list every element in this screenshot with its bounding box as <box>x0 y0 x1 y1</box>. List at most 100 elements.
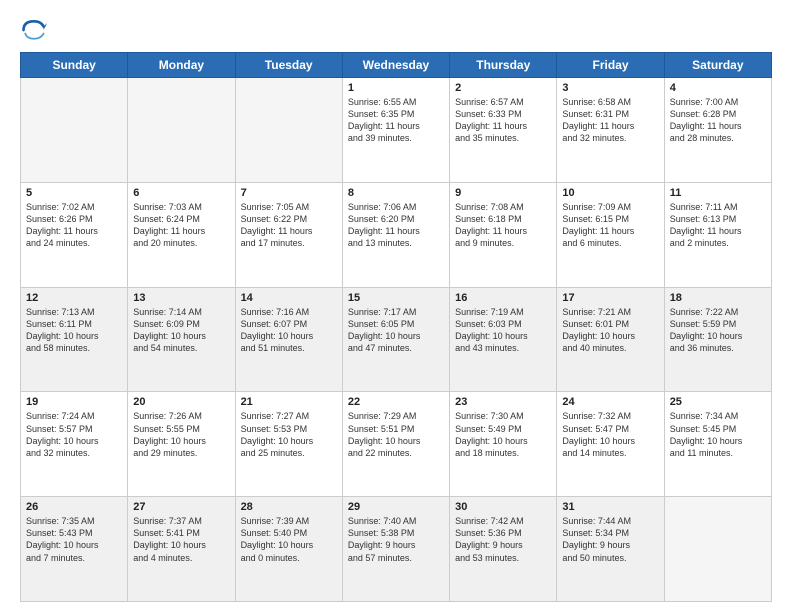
day-number: 3 <box>562 82 658 94</box>
calendar-cell: 27 Sunrise: 7:37 AM Sunset: 5:41 PM Dayli… <box>128 497 235 602</box>
day-number: 17 <box>562 292 658 304</box>
day-number: 31 <box>562 501 658 513</box>
calendar-week-4: 19 Sunrise: 7:24 AM Sunset: 5:57 PM Dayli… <box>21 392 772 497</box>
calendar-cell: 17 Sunrise: 7:21 AM Sunset: 6:01 PM Dayli… <box>557 287 664 392</box>
calendar-week-5: 26 Sunrise: 7:35 AM Sunset: 5:43 PM Dayli… <box>21 497 772 602</box>
cell-info: Sunrise: 6:57 AM Sunset: 6:33 PM Dayligh… <box>455 96 551 145</box>
cell-info: Sunrise: 7:06 AM Sunset: 6:20 PM Dayligh… <box>348 201 444 250</box>
cell-info: Sunrise: 7:11 AM Sunset: 6:13 PM Dayligh… <box>670 201 766 250</box>
day-number: 4 <box>670 82 766 94</box>
day-number: 23 <box>455 396 551 408</box>
day-number: 19 <box>26 396 122 408</box>
cell-info: Sunrise: 7:21 AM Sunset: 6:01 PM Dayligh… <box>562 306 658 355</box>
weekday-header-friday: Friday <box>557 53 664 78</box>
day-number: 26 <box>26 501 122 513</box>
cell-info: Sunrise: 7:44 AM Sunset: 5:34 PM Dayligh… <box>562 515 658 564</box>
day-number: 25 <box>670 396 766 408</box>
day-number: 11 <box>670 187 766 199</box>
logo-icon <box>20 16 48 44</box>
logo <box>20 16 54 44</box>
cell-info: Sunrise: 7:35 AM Sunset: 5:43 PM Dayligh… <box>26 515 122 564</box>
day-number: 12 <box>26 292 122 304</box>
calendar-cell: 3 Sunrise: 6:58 AM Sunset: 6:31 PM Daylig… <box>557 78 664 183</box>
weekday-header-sunday: Sunday <box>21 53 128 78</box>
calendar-cell: 18 Sunrise: 7:22 AM Sunset: 5:59 PM Dayli… <box>664 287 771 392</box>
calendar-cell: 9 Sunrise: 7:08 AM Sunset: 6:18 PM Daylig… <box>450 182 557 287</box>
calendar-cell: 20 Sunrise: 7:26 AM Sunset: 5:55 PM Dayli… <box>128 392 235 497</box>
weekday-header-monday: Monday <box>128 53 235 78</box>
day-number: 20 <box>133 396 229 408</box>
calendar-cell: 14Sunrise: 7:16 AM Sunset: 6:07 PM Dayli… <box>235 287 342 392</box>
day-number: 10 <box>562 187 658 199</box>
calendar-cell: 24Sunrise: 7:32 AM Sunset: 5:47 PM Dayli… <box>557 392 664 497</box>
calendar-cell: 26 Sunrise: 7:35 AM Sunset: 5:43 PM Dayli… <box>21 497 128 602</box>
cell-info: Sunrise: 7:08 AM Sunset: 6:18 PM Dayligh… <box>455 201 551 250</box>
day-number: 2 <box>455 82 551 94</box>
day-number: 5 <box>26 187 122 199</box>
cell-info: Sunrise: 7:37 AM Sunset: 5:41 PM Dayligh… <box>133 515 229 564</box>
day-number: 28 <box>241 501 337 513</box>
calendar-cell: 10 Sunrise: 7:09 AM Sunset: 6:15 PM Dayli… <box>557 182 664 287</box>
cell-info: Sunrise: 7:17 AM Sunset: 6:05 PM Dayligh… <box>348 306 444 355</box>
cell-info: Sunrise: 7:24 AM Sunset: 5:57 PM Dayligh… <box>26 410 122 459</box>
cell-info: Sunrise: 7:09 AM Sunset: 6:15 PM Dayligh… <box>562 201 658 250</box>
day-number: 18 <box>670 292 766 304</box>
calendar-week-1: 1 Sunrise: 6:55 AM Sunset: 6:35 PM Daylig… <box>21 78 772 183</box>
weekday-header-wednesday: Wednesday <box>342 53 449 78</box>
cell-info: Sunrise: 7:22 AM Sunset: 5:59 PM Dayligh… <box>670 306 766 355</box>
calendar-cell: 7 Sunrise: 7:05 AM Sunset: 6:22 PM Daylig… <box>235 182 342 287</box>
calendar-cell: 5 Sunrise: 7:02 AM Sunset: 6:26 PM Daylig… <box>21 182 128 287</box>
day-number: 24 <box>562 396 658 408</box>
calendar-cell: 31 Sunrise: 7:44 AM Sunset: 5:34 PM Dayli… <box>557 497 664 602</box>
cell-info: Sunrise: 7:27 AM Sunset: 5:53 PM Dayligh… <box>241 410 337 459</box>
calendar-cell: 4 Sunrise: 7:00 AM Sunset: 6:28 PM Daylig… <box>664 78 771 183</box>
cell-info: Sunrise: 7:13 AM Sunset: 6:11 PM Dayligh… <box>26 306 122 355</box>
day-number: 7 <box>241 187 337 199</box>
cell-info: Sunrise: 7:05 AM Sunset: 6:22 PM Dayligh… <box>241 201 337 250</box>
cell-info: Sunrise: 6:55 AM Sunset: 6:35 PM Dayligh… <box>348 96 444 145</box>
cell-info: Sunrise: 7:14 AM Sunset: 6:09 PM Dayligh… <box>133 306 229 355</box>
header <box>20 16 772 44</box>
day-number: 22 <box>348 396 444 408</box>
cell-info: Sunrise: 6:58 AM Sunset: 6:31 PM Dayligh… <box>562 96 658 145</box>
day-number: 30 <box>455 501 551 513</box>
calendar-cell: 23Sunrise: 7:30 AM Sunset: 5:49 PM Dayli… <box>450 392 557 497</box>
calendar-cell: 25 Sunrise: 7:34 AM Sunset: 5:45 PM Dayli… <box>664 392 771 497</box>
cell-info: Sunrise: 7:34 AM Sunset: 5:45 PM Dayligh… <box>670 410 766 459</box>
cell-info: Sunrise: 7:29 AM Sunset: 5:51 PM Dayligh… <box>348 410 444 459</box>
calendar-cell <box>235 78 342 183</box>
day-number: 1 <box>348 82 444 94</box>
calendar-cell <box>21 78 128 183</box>
calendar-cell <box>664 497 771 602</box>
calendar-cell: 13Sunrise: 7:14 AM Sunset: 6:09 PM Dayli… <box>128 287 235 392</box>
cell-info: Sunrise: 7:19 AM Sunset: 6:03 PM Dayligh… <box>455 306 551 355</box>
calendar-cell: 15Sunrise: 7:17 AM Sunset: 6:05 PM Dayli… <box>342 287 449 392</box>
day-number: 21 <box>241 396 337 408</box>
day-number: 8 <box>348 187 444 199</box>
cell-info: Sunrise: 7:16 AM Sunset: 6:07 PM Dayligh… <box>241 306 337 355</box>
cell-info: Sunrise: 7:39 AM Sunset: 5:40 PM Dayligh… <box>241 515 337 564</box>
calendar-cell: 6 Sunrise: 7:03 AM Sunset: 6:24 PM Daylig… <box>128 182 235 287</box>
cell-info: Sunrise: 7:02 AM Sunset: 6:26 PM Dayligh… <box>26 201 122 250</box>
day-number: 9 <box>455 187 551 199</box>
calendar-table: SundayMondayTuesdayWednesdayThursdayFrid… <box>20 52 772 602</box>
cell-info: Sunrise: 7:00 AM Sunset: 6:28 PM Dayligh… <box>670 96 766 145</box>
weekday-header-thursday: Thursday <box>450 53 557 78</box>
calendar-cell: 16Sunrise: 7:19 AM Sunset: 6:03 PM Dayli… <box>450 287 557 392</box>
calendar-week-3: 12 Sunrise: 7:13 AM Sunset: 6:11 PM Dayli… <box>21 287 772 392</box>
day-number: 27 <box>133 501 229 513</box>
calendar-cell <box>128 78 235 183</box>
calendar-cell: 8 Sunrise: 7:06 AM Sunset: 6:20 PM Daylig… <box>342 182 449 287</box>
calendar-cell: 30Sunrise: 7:42 AM Sunset: 5:36 PM Dayli… <box>450 497 557 602</box>
cell-info: Sunrise: 7:40 AM Sunset: 5:38 PM Dayligh… <box>348 515 444 564</box>
page: SundayMondayTuesdayWednesdayThursdayFrid… <box>0 0 792 612</box>
calendar-cell: 2 Sunrise: 6:57 AM Sunset: 6:33 PM Daylig… <box>450 78 557 183</box>
calendar-week-2: 5 Sunrise: 7:02 AM Sunset: 6:26 PM Daylig… <box>21 182 772 287</box>
calendar-cell: 11 Sunrise: 7:11 AM Sunset: 6:13 PM Dayli… <box>664 182 771 287</box>
cell-info: Sunrise: 7:26 AM Sunset: 5:55 PM Dayligh… <box>133 410 229 459</box>
day-number: 6 <box>133 187 229 199</box>
calendar-cell: 28 Sunrise: 7:39 AM Sunset: 5:40 PM Dayli… <box>235 497 342 602</box>
calendar-cell: 21 Sunrise: 7:27 AM Sunset: 5:53 PM Dayli… <box>235 392 342 497</box>
cell-info: Sunrise: 7:03 AM Sunset: 6:24 PM Dayligh… <box>133 201 229 250</box>
weekday-header-saturday: Saturday <box>664 53 771 78</box>
